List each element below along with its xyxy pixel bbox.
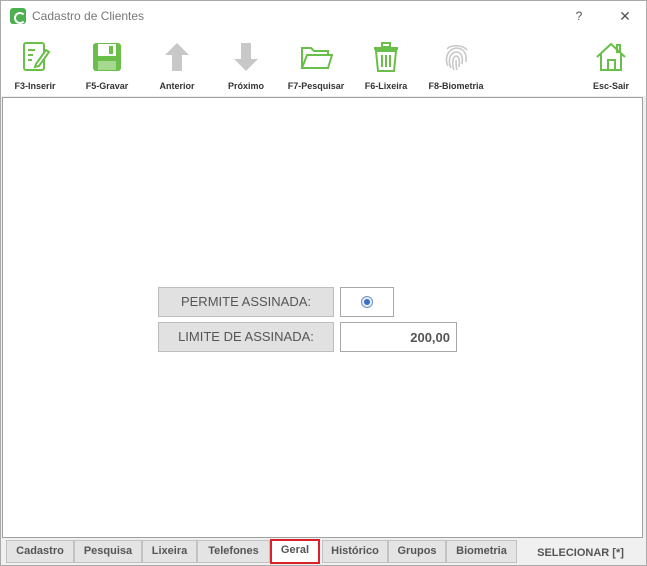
tab-pesquisa[interactable]: Pesquisa [74, 540, 142, 563]
tab-lixeira[interactable]: Lixeira [142, 540, 197, 563]
next-label: Próximo [227, 81, 264, 91]
edit-document-icon [23, 42, 51, 71]
arrow-up-icon [165, 43, 189, 71]
exit-label: Esc-Sair [592, 81, 630, 91]
app-logo-icon [10, 8, 26, 24]
app-window: Cadastro de Clientes ? ✕ F3-Inserir F5-G… [0, 0, 647, 566]
floppy-disk-icon [93, 43, 121, 71]
content-panel: PERMITE ASSINADA: LIMITE DE ASSINADA: 20… [2, 97, 643, 538]
toolbar: F3-Inserir F5-Gravar Anterior Próximo F7… [1, 32, 646, 96]
tab-cadastro[interactable]: Cadastro [6, 540, 74, 563]
previous-button[interactable]: Anterior [138, 34, 216, 94]
limite-assinada-value: 200,00 [410, 330, 450, 345]
arrow-down-icon [234, 43, 258, 71]
insert-button[interactable]: F3-Inserir [0, 34, 74, 94]
biometry-button[interactable]: F8-Biometria [417, 34, 495, 94]
limite-assinada-label: LIMITE DE ASSINADA: [158, 322, 334, 352]
permite-assinada-label: PERMITE ASSINADA: [158, 287, 334, 317]
permite-assinada-field[interactable] [340, 287, 394, 317]
window-title: Cadastro de Clientes [32, 9, 145, 23]
trash-button[interactable]: F6-Lixeira [347, 34, 425, 94]
search-label: F7-Pesquisar [287, 81, 345, 91]
trash-label: F6-Lixeira [364, 81, 408, 91]
title-bar: Cadastro de Clientes ? ✕ [1, 1, 646, 32]
tab-telefones[interactable]: Telefones [197, 540, 270, 563]
tab-geral[interactable]: Geral [270, 539, 320, 564]
home-icon [596, 42, 626, 71]
trash-icon [374, 42, 398, 72]
close-button[interactable]: ✕ [615, 6, 635, 26]
exit-button[interactable]: Esc-Sair [572, 34, 647, 94]
insert-label: F3-Inserir [14, 81, 56, 91]
fingerprint-icon [445, 44, 468, 71]
folder-icon [300, 47, 333, 69]
help-button[interactable]: ? [569, 6, 589, 26]
status-select-hint: SELECIONAR [*] [519, 542, 642, 564]
tab-historico[interactable]: Histórico [322, 540, 388, 563]
search-button[interactable]: F7-Pesquisar [277, 34, 355, 94]
next-button[interactable]: Próximo [207, 34, 285, 94]
tab-biometria[interactable]: Biometria [446, 540, 517, 563]
biometry-label: F8-Biometria [428, 81, 484, 91]
permite-assinada-radio[interactable] [361, 296, 373, 308]
tab-grupos[interactable]: Grupos [388, 540, 446, 563]
save-label: F5-Gravar [85, 81, 129, 91]
limite-assinada-input[interactable]: 200,00 [340, 322, 457, 352]
save-button[interactable]: F5-Gravar [68, 34, 146, 94]
previous-label: Anterior [159, 81, 195, 91]
